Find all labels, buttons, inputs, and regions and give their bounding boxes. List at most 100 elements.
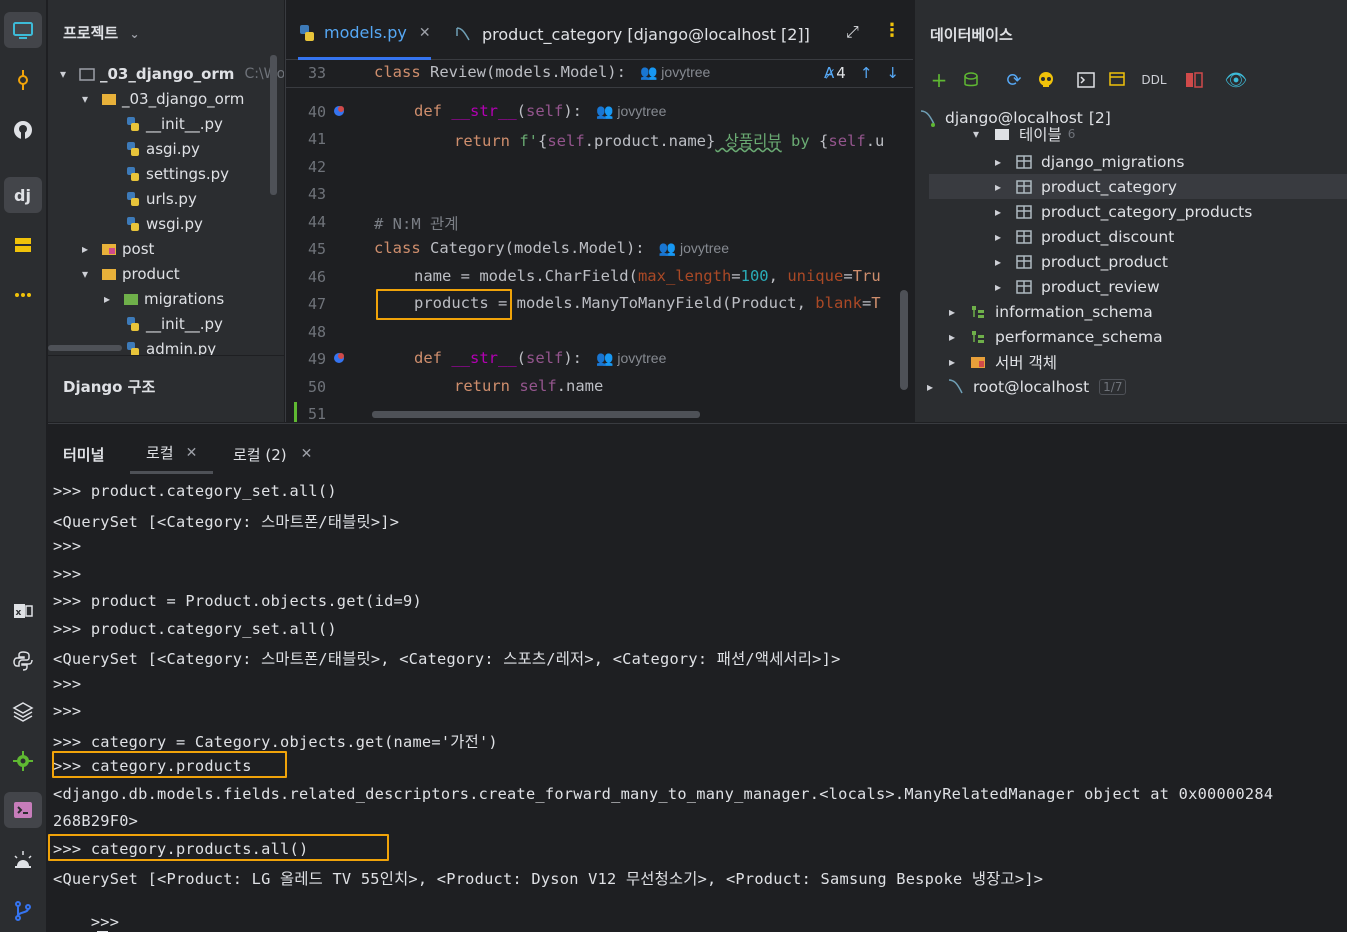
horizontal-scrollbar[interactable] [48,345,122,351]
db-table-product-product[interactable]: ▸ product_product [991,249,1168,274]
db-folder-tables[interactable]: ▾ 테이블 6 [969,126,1075,142]
more-tools-icon[interactable] [4,277,42,313]
services-gear-icon[interactable] [4,743,42,779]
terminal-line: >>> [53,537,82,555]
db-server-objects[interactable]: ▸ 서버 객체 [945,349,1057,374]
chevron-right-icon[interactable]: ▸ [945,305,959,319]
edit-table-icon[interactable] [1107,68,1129,92]
more-options-icon[interactable]: ⋮ [883,20,901,41]
code-line[interactable]: def __str__(self): 👥 jovytree [414,349,666,367]
tree-item-app[interactable]: ▸ post [78,236,154,261]
vertical-scrollbar[interactable] [900,290,908,390]
terminal-panel: 터미널 로컬 ✕ 로컬 (2) ✕ >>> product.category_s… [48,423,1347,932]
terminal-line: <django.db.models.fields.related_descrip… [53,785,1274,803]
override-marker-icon[interactable] [332,104,346,118]
refresh-icon[interactable]: ⟳ [1003,68,1025,92]
terminal-line: >>> [53,565,82,583]
django-structure-panel: Django 구조 [48,355,284,422]
problems-icon[interactable] [4,842,42,878]
python-console-icon[interactable] [4,643,42,679]
chevron-right-icon[interactable]: ▸ [991,230,1005,244]
db-table-product-review[interactable]: ▸ product_review [991,274,1160,299]
ddl-button[interactable]: DDL [1139,68,1169,92]
django-icon[interactable]: dj [4,177,42,213]
db-schema-information[interactable]: ▸ information_schema [945,299,1153,324]
chevron-down-icon[interactable]: ▾ [56,67,70,81]
project-panel-title[interactable]: 프로젝트 ⌄ [63,22,140,43]
tree-item-package[interactable]: ▾ _03_django_orm [78,86,244,111]
horizontal-scrollbar[interactable] [372,411,700,418]
vertical-scrollbar[interactable] [270,55,277,195]
chevron-right-icon[interactable]: ▸ [100,292,114,306]
chevron-right-icon[interactable]: ▸ [991,205,1005,219]
commit-icon[interactable] [4,62,42,98]
inspection-widget[interactable]: A̷ 4 ↑ ↓ [824,64,899,82]
code-line[interactable]: # N:M 관계 [374,212,459,234]
db-table-product-category-products[interactable]: ▸ product_category_products [991,199,1252,224]
tree-item-file[interactable]: asgi.py [124,136,200,161]
override-marker-icon[interactable] [332,351,346,365]
chevron-down-icon[interactable]: ⌄ [129,27,139,41]
tree-item-migrations[interactable]: ▸ migrations [100,286,224,311]
eye-icon[interactable]: 👁 [1225,68,1248,92]
terminal-title: 터미널 [63,445,105,464]
code-line[interactable]: class Review(models.Model): 👥 jovytree [374,63,710,81]
code-line[interactable]: return self.name [454,377,603,395]
layers-icon[interactable] [4,693,42,729]
chevron-down-icon[interactable]: ▾ [78,92,92,106]
tree-item-file[interactable]: settings.py [124,161,229,186]
db-schema-performance[interactable]: ▸ performance_schema [945,324,1163,349]
code-line[interactable]: def __str__(self): 👥 jovytree [414,102,666,120]
tree-item-file[interactable]: __init__.py [124,311,223,336]
project-tool-icon[interactable] [4,12,42,48]
chevron-right-icon[interactable]: ▸ [991,255,1005,269]
chevron-right-icon[interactable]: ▸ [945,355,959,369]
tree-item-package[interactable]: ▾ product [78,261,180,286]
db-table-django-migrations[interactable]: ▸ django_migrations [991,149,1184,174]
close-icon[interactable]: ✕ [419,25,431,41]
python-file-icon [124,165,142,183]
chevron-down-icon[interactable]: ▾ [78,267,92,281]
console-icon[interactable] [1075,68,1097,92]
terminal-prompt-line[interactable]: >>> [53,895,119,932]
code-line[interactable]: class Category(models.Model): 👥 jovytree [374,239,729,257]
db-table-product-discount[interactable]: ▸ product_discount [991,224,1174,249]
tree-item-file[interactable]: wsgi.py [124,211,203,236]
chevron-right-icon[interactable]: ▸ [991,280,1005,294]
compare-icon[interactable] [1183,68,1205,92]
author-hint: 👥 jovytree [658,240,729,256]
chevron-right-icon[interactable]: ▸ [923,380,937,394]
chevron-right-icon[interactable]: ▸ [945,330,959,344]
chevron-right-icon[interactable]: ▸ [991,180,1005,194]
tab-product-category[interactable]: product_category [django@localhost [2]] [454,8,810,60]
database-panel: 데이터베이스 + ⟳ DDL 👁 django@localhost [2] ▾ … [914,0,1347,422]
db-table-product-category[interactable]: ▸ product_category [929,174,1347,199]
tab-local-2[interactable]: 로컬 (2) ✕ [233,434,312,474]
tab-models-py[interactable]: models.py ✕ [298,8,431,60]
chevron-down-icon[interactable]: ▾ [969,127,983,141]
table-icon [1015,278,1033,296]
data-source-properties-icon[interactable] [961,68,983,92]
tab-local[interactable]: 로컬 ✕ [130,434,214,474]
expand-icon[interactable]: ⤢ [846,22,859,42]
skull-icon[interactable] [1035,68,1057,92]
excel-icon[interactable]: x [4,593,42,629]
author-hint: 👥 jovytree [596,103,667,119]
tree-item-file[interactable]: urls.py [124,186,197,211]
code-line[interactable]: name = models.CharField(max_length=100, … [414,267,881,285]
close-icon[interactable]: ✕ [186,445,198,461]
terminal-icon[interactable] [4,792,42,828]
github-icon[interactable] [4,112,42,148]
tree-item-file[interactable]: __init__.py [124,111,223,136]
add-icon[interactable]: + [929,68,949,92]
chevron-right-icon[interactable]: ▸ [78,242,92,256]
db-connection-root[interactable]: ▸ root@localhost 1/7 [923,374,1127,399]
git-branch-icon[interactable] [4,893,42,929]
arrow-up-icon[interactable]: ↑ [860,64,873,82]
structure-icon[interactable] [4,227,42,263]
close-icon[interactable]: ✕ [301,446,313,462]
chevron-right-icon[interactable]: ▸ [991,155,1005,169]
tree-item-root[interactable]: ▾ _03_django_orm C:\Wo [56,61,284,86]
code-line[interactable]: return f'{self.product.name} 상품리뷰 by {se… [454,129,884,151]
arrow-down-icon[interactable]: ↓ [886,64,899,82]
